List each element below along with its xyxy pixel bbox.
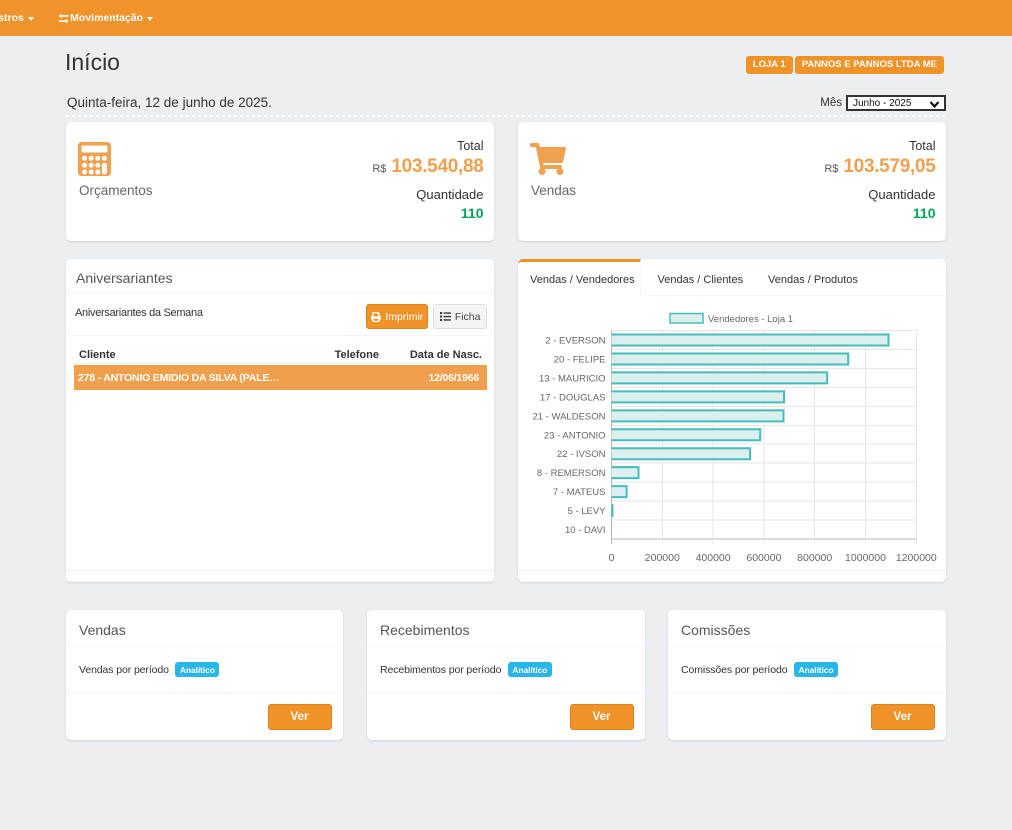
svg-text:2 - EVERSON: 2 - EVERSON — [545, 336, 605, 347]
svg-text:400000: 400000 — [696, 552, 731, 564]
svg-text:0: 0 — [609, 552, 615, 564]
svg-text:200000: 200000 — [645, 552, 680, 564]
svg-text:800000: 800000 — [797, 552, 832, 564]
svg-text:23 - ANTONIO: 23 - ANTONIO — [544, 430, 606, 441]
svg-text:Vendedores - Loja 1: Vendedores - Loja 1 — [708, 314, 793, 325]
svg-text:13 - MAURICIO: 13 - MAURICIO — [539, 373, 606, 384]
svg-text:600000: 600000 — [746, 552, 781, 564]
svg-text:21 - WALDESON: 21 - WALDESON — [532, 411, 605, 422]
svg-text:22 - IVSON: 22 - IVSON — [557, 449, 606, 460]
svg-text:10 - DAVI: 10 - DAVI — [565, 525, 605, 536]
svg-text:5 - LEVY: 5 - LEVY — [567, 506, 606, 517]
svg-text:1000000: 1000000 — [845, 552, 886, 564]
svg-text:20 - FELIPE: 20 - FELIPE — [554, 354, 606, 365]
svg-text:7 - MATEUS: 7 - MATEUS — [553, 487, 606, 498]
svg-text:17 - DOUGLAS: 17 - DOUGLAS — [540, 392, 605, 403]
svg-text:1200000: 1200000 — [896, 552, 937, 564]
svg-text:8 - REMERSON: 8 - REMERSON — [537, 468, 606, 479]
